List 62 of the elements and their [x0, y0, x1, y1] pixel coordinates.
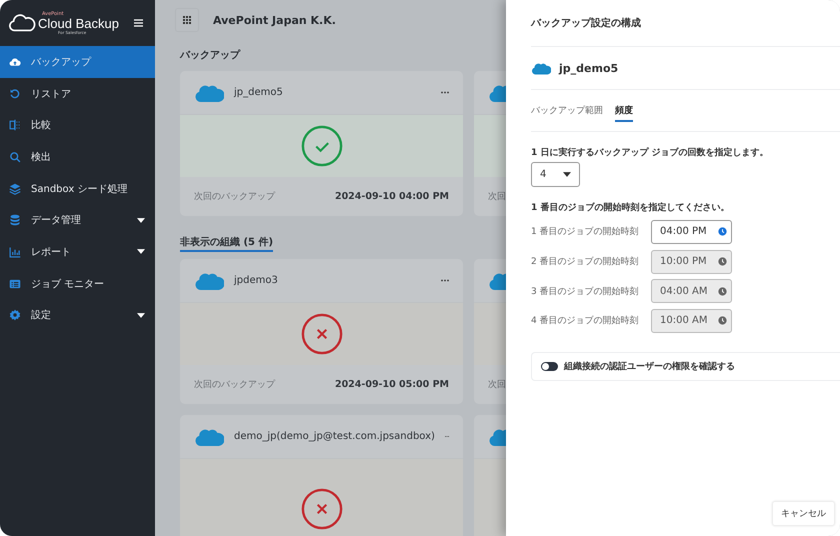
next-backup-label: 次回のバックアップ: [194, 378, 275, 391]
list-icon: [9, 278, 21, 290]
sidebar-item[interactable]: レポート: [0, 236, 155, 268]
more-icon: [441, 279, 449, 282]
bar-chart-icon: [9, 246, 21, 258]
organization-name: AvePoint Japan K.K.: [213, 14, 336, 26]
panel-title: バックアップ設定の構成: [531, 0, 840, 47]
next-backup-label: 次回: [488, 378, 506, 391]
x-circle-icon: [300, 488, 342, 530]
gear-icon: [9, 309, 21, 322]
app-grid-button[interactable]: [175, 8, 199, 32]
org-name: jp_demo5: [234, 87, 284, 98]
sidebar-item[interactable]: 検出: [0, 141, 155, 173]
tab[interactable]: バックアップ範囲: [531, 100, 603, 122]
time-field[interactable]: 04:00 PM: [651, 220, 732, 244]
next-backup-label: 次回のバックアップ: [194, 190, 275, 203]
cloud-logo-icon: [531, 60, 551, 76]
next-backup-label: 次回: [488, 190, 506, 203]
clock-icon: [718, 257, 727, 266]
sidebar-item[interactable]: データ管理: [0, 204, 155, 236]
time-label: 1 番目のジョブの開始時刻: [531, 226, 640, 238]
sidebar-item[interactable]: 設定: [0, 300, 155, 332]
sidebar-item[interactable]: Sandbox シード処理: [0, 172, 155, 204]
clock-icon: [718, 227, 727, 236]
cloud-outline-icon: [8, 12, 36, 34]
field-label: 1 日に実行するバックアップ ジョブの回数を指定します。: [531, 146, 770, 159]
next-backup-time: 2024-09-10 05:00 PM: [334, 379, 449, 390]
cancel-button[interactable]: キャンセル: [772, 501, 835, 526]
tab[interactable]: 頻度: [615, 100, 633, 122]
menu-icon: [134, 19, 143, 27]
database-icon: [9, 214, 21, 226]
compare-icon: [9, 119, 21, 132]
time-label: 4 番目のジョブの開始時刻: [531, 314, 640, 328]
org-name: jpdemo3: [234, 275, 279, 286]
org-name: jp_demo5: [559, 62, 618, 74]
check-circle-icon: [300, 125, 342, 167]
clock-icon: [718, 316, 727, 326]
toggle-switch[interactable]: [541, 362, 558, 371]
grid-icon: [183, 16, 191, 24]
more-icon: [441, 91, 449, 94]
clock-icon: [718, 286, 727, 296]
next-backup-time: 2024-09-10 04:00 PM: [334, 191, 449, 202]
app-title: Cloud Backup: [38, 16, 119, 30]
x-circle-icon: [300, 313, 342, 355]
caret-down-icon: [563, 172, 571, 177]
count-dropdown[interactable]: 4: [531, 162, 580, 187]
section-title: バックアップ: [180, 48, 240, 62]
time-label: 2 番目のジョブの開始時刻: [531, 256, 640, 268]
hidden-orgs-link[interactable]: 非表示の組織 (5 件): [180, 234, 274, 252]
layers-icon: [9, 182, 21, 195]
restore-icon: [9, 88, 21, 100]
cloud-upload-icon: [9, 56, 21, 68]
org-name: demo_jp(demo_jp@test.com.jpsandbox): [234, 431, 435, 442]
time-label: 3 番目のジョブの開始時刻: [531, 286, 640, 298]
search-icon: [9, 150, 21, 163]
field-label: 1 番目のジョブの開始時刻を指定してください。: [531, 201, 730, 214]
sidebar-item[interactable]: バックアップ: [0, 46, 155, 78]
menu-button[interactable]: [132, 17, 145, 29]
sidebar-item[interactable]: リストア: [0, 78, 155, 110]
toggle-label: 組織接続の認証ユーザーの権限を確認する: [564, 360, 735, 373]
sidebar-item[interactable]: 比較: [0, 109, 155, 142]
sidebar-item[interactable]: ジョブ モニター: [0, 268, 155, 300]
